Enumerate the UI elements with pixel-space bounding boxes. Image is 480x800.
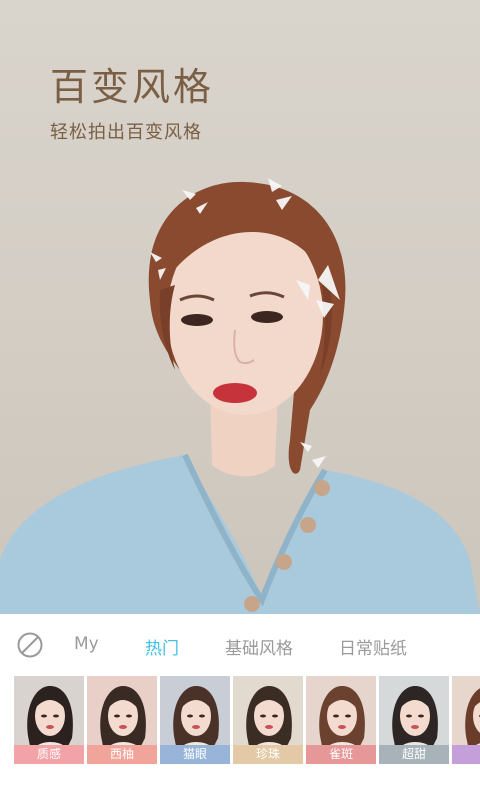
filter-label: M (452, 745, 480, 764)
filter-thumbnail-list: 质感西柚猫眼珍珠雀斑超甜M (14, 676, 480, 768)
filter-label: 雀斑 (306, 745, 376, 764)
style-preview-banner: 百变风格 轻松拍出百变风格 (0, 0, 480, 614)
hero-title: 百变风格 (50, 65, 215, 109)
filter-thumb[interactable]: 质感 (14, 676, 84, 764)
filter-label: 珍珠 (233, 745, 303, 764)
tab-daily-stickers[interactable]: 日常贴纸 (339, 634, 407, 659)
tab-my[interactable]: My (74, 634, 99, 654)
tab-basic-style[interactable]: 基础风格 (225, 634, 293, 659)
filter-label: 超甜 (379, 745, 449, 764)
filter-label: 西柚 (87, 745, 157, 764)
filter-thumb[interactable]: M (452, 676, 480, 764)
filter-thumb[interactable]: 珍珠 (233, 676, 303, 764)
filter-category-tabs: My 热门 基础风格 日常贴纸 (0, 614, 480, 676)
filter-label: 猫眼 (160, 745, 230, 764)
hero-subtitle: 轻松拍出百变风格 (50, 122, 202, 143)
filter-thumb[interactable]: 超甜 (379, 676, 449, 764)
filter-thumb[interactable]: 西柚 (87, 676, 157, 764)
no-filter-icon[interactable] (16, 631, 44, 659)
filter-thumb[interactable]: 雀斑 (306, 676, 376, 764)
filter-thumb[interactable]: 猫眼 (160, 676, 230, 764)
filter-label: 质感 (14, 745, 84, 764)
tab-hot[interactable]: 热门 (145, 634, 179, 659)
filter-panel: My 热门 基础风格 日常贴纸 质感西柚猫眼珍珠雀斑超甜M (0, 614, 480, 800)
